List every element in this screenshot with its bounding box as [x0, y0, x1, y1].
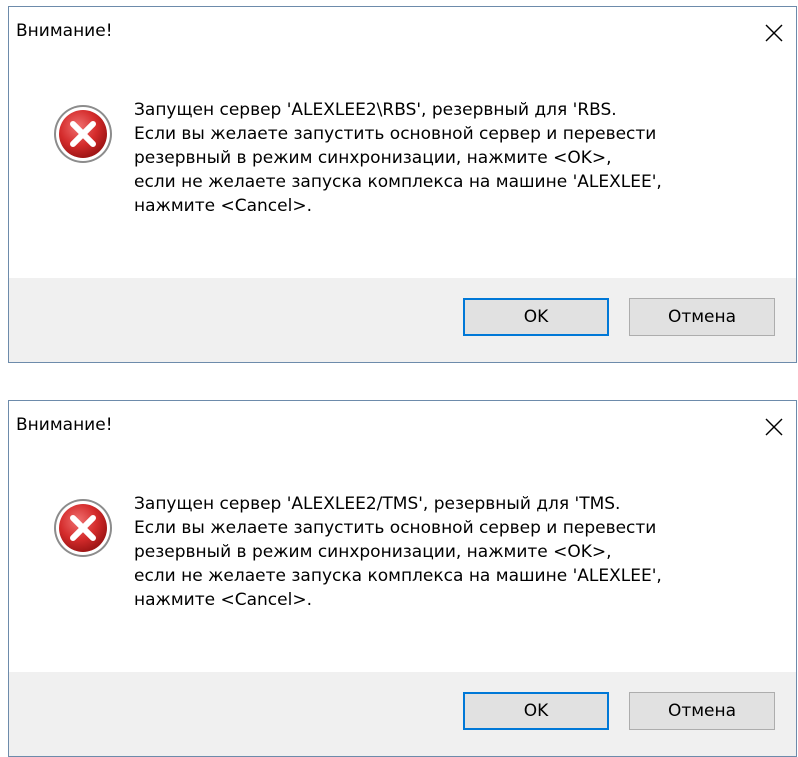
ok-button[interactable]: OK — [463, 298, 609, 336]
cancel-button[interactable]: Отмена — [629, 692, 775, 730]
message-dialog: Внимание! Запущен сервер 'ALEXLEE2/TMS',… — [8, 400, 797, 757]
close-button[interactable] — [762, 21, 786, 45]
message-line: если не желаете запуска комплекса на маш… — [134, 172, 662, 192]
message-line: Если вы желаете запустить основной серве… — [134, 518, 657, 538]
message-line: нажмите <Cancel>. — [134, 196, 312, 216]
cancel-button[interactable]: Отмена — [629, 298, 775, 336]
close-icon — [765, 418, 783, 436]
dialog-title: Внимание! — [16, 415, 113, 435]
message-line: резервный в режим синхронизации, нажмите… — [134, 542, 612, 562]
message-line: Если вы желаете запустить основной серве… — [134, 124, 657, 144]
error-icon — [52, 103, 114, 165]
ok-button[interactable]: OK — [463, 692, 609, 730]
message-line: если не желаете запуска комплекса на маш… — [134, 566, 662, 586]
close-icon — [765, 24, 783, 42]
dialog-message: Запущен сервер 'ALEXLEE2/TMS', резервный… — [134, 492, 774, 612]
dialog-footer: OK Отмена — [9, 672, 796, 756]
message-dialog: Внимание! Запущен сервер 'ALEXLEE2\RBS',… — [8, 6, 797, 363]
message-line: Запущен сервер 'ALEXLEE2/TMS', резервный… — [134, 494, 621, 514]
error-icon — [52, 497, 114, 559]
dialog-message: Запущен сервер 'ALEXLEE2\RBS', резервный… — [134, 98, 774, 218]
message-line: резервный в режим синхронизации, нажмите… — [134, 148, 612, 168]
close-button[interactable] — [762, 415, 786, 439]
message-line: Запущен сервер 'ALEXLEE2\RBS', резервный… — [134, 100, 617, 120]
dialog-title: Внимание! — [16, 21, 113, 41]
dialog-footer: OK Отмена — [9, 278, 796, 362]
message-line: нажмите <Cancel>. — [134, 590, 312, 610]
